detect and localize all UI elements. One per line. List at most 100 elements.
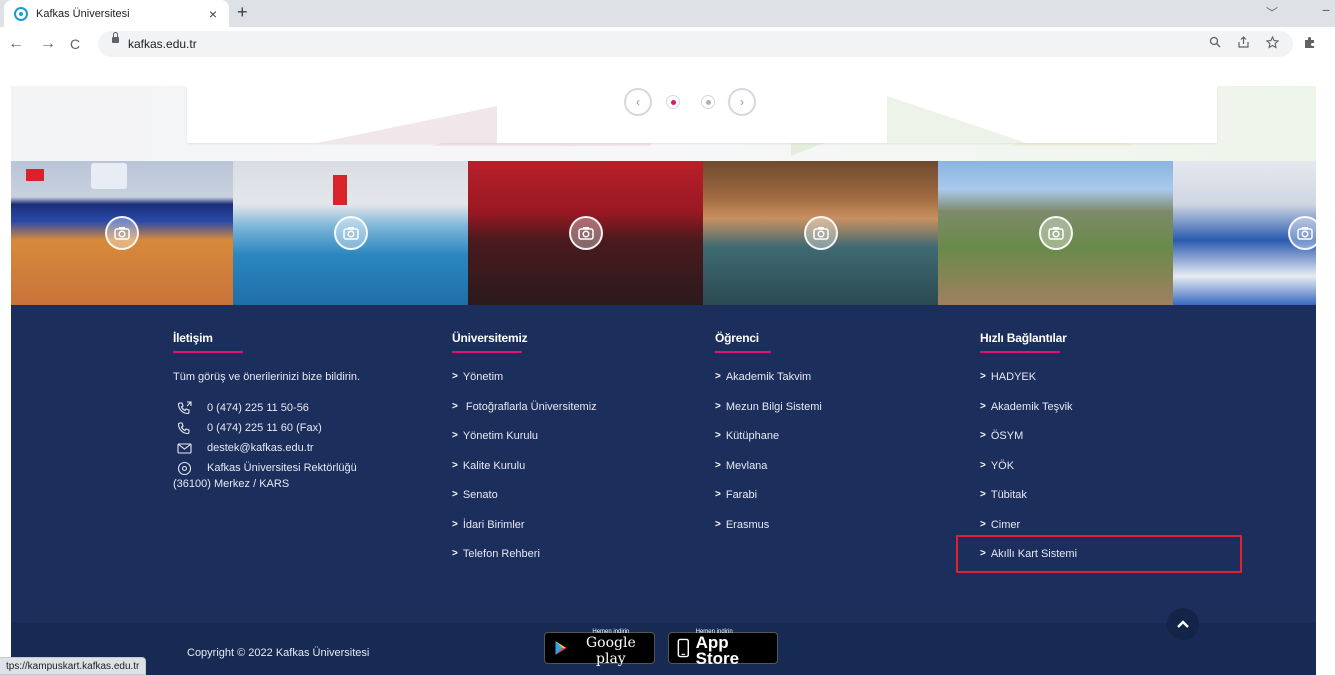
camera-icon[interactable] (1038, 216, 1073, 250)
decor-shape (317, 106, 497, 143)
footer-link[interactable]: > Mezun Bilgi Sistemi (715, 401, 822, 431)
link-label[interactable]: YÖK (991, 460, 1014, 472)
contact-email[interactable]: destek@kafkas.edu.tr (207, 442, 314, 454)
link-label[interactable]: Farabi (726, 489, 757, 501)
scroll-to-top-button[interactable] (1167, 608, 1199, 640)
flag-decor (26, 169, 44, 181)
footer-link[interactable]: > Farabi (715, 489, 822, 519)
gallery-photo-laboratory[interactable] (1173, 161, 1316, 305)
footer-link[interactable]: > Mevlana (715, 460, 822, 490)
link-label[interactable]: Kalite Kurulu (463, 460, 525, 472)
minimize-window-button[interactable]: − (1322, 2, 1330, 18)
chevron-right-icon: > (452, 489, 458, 500)
link-label[interactable]: Cimer (991, 519, 1020, 531)
link-label[interactable]: Akademik Takvim (726, 371, 811, 383)
reload-button[interactable]: C (70, 36, 80, 52)
gallery-photo-sports-hall[interactable] (11, 161, 233, 305)
footer-link[interactable]: > Yönetim (452, 371, 597, 401)
slider-dot-active[interactable] (666, 95, 680, 109)
link-label[interactable]: Senato (463, 489, 498, 501)
camera-icon[interactable] (1288, 216, 1316, 250)
link-label[interactable]: Mevlana (726, 460, 768, 472)
address-bar[interactable] (98, 31, 1293, 57)
chevron-right-icon: > (980, 518, 986, 530)
gallery-photo-campus-aerial[interactable] (938, 161, 1173, 305)
zoom-search-icon[interactable] (1209, 36, 1221, 51)
footer-link[interactable]: > Telefon Rehberi (452, 548, 597, 578)
camera-icon[interactable] (105, 216, 139, 250)
footer-link[interactable]: > İdari Birimler (452, 519, 597, 549)
link-label[interactable]: HADYEK (991, 371, 1036, 383)
lock-icon[interactable] (112, 32, 119, 43)
browser-tab[interactable]: Kafkas Üniversitesi × (4, 0, 229, 27)
chevron-right-icon: > (715, 430, 721, 441)
link-label[interactable]: ÖSYM (991, 430, 1023, 442)
camera-icon[interactable] (803, 216, 838, 250)
tab-search-chevron-icon[interactable]: ﹀ (1266, 4, 1278, 21)
gallery-photo-swimming-pool[interactable] (233, 161, 468, 305)
link-label[interactable]: İdari Birimler (463, 519, 525, 531)
footer-link[interactable]: > Fotoğraflarla Üniversitemiz (452, 401, 597, 431)
footer-link[interactable]: > ÖSYM (980, 430, 1077, 460)
url-text[interactable]: kafkas.edu.tr (128, 37, 197, 51)
link-label[interactable]: Telefon Rehberi (463, 548, 540, 560)
footer-link[interactable]: > Kütüphane (715, 430, 822, 460)
link-label[interactable]: Yönetim Kurulu (463, 430, 538, 442)
app-store-badge[interactable]: Hemen indirin App Store (668, 629, 778, 667)
contact-address-line2: (36100) Merkez / KARS (173, 478, 290, 490)
bookmark-star-icon[interactable] (1265, 35, 1280, 52)
forward-button[interactable]: → (40, 35, 56, 53)
student-links: > Akademik Takvim > Mezun Bilgi Sistemi > K… (715, 371, 822, 548)
camera-icon[interactable] (568, 216, 603, 250)
link-label[interactable]: Akademik Teşvik (991, 401, 1073, 413)
google-play-badge[interactable]: Hemen indirin Google play (544, 629, 655, 667)
contact-email-row: destek@kafkas.edu.tr (173, 438, 360, 458)
link-label[interactable]: Mezun Bilgi Sistemi (726, 401, 822, 413)
footer-link[interactable]: > Tübitak (980, 489, 1077, 519)
footer-link[interactable]: > Yönetim Kurulu (452, 430, 597, 460)
contact-phone-row: 0 (474) 225 11 50-56 (173, 398, 360, 418)
chevron-right-icon: > (452, 400, 458, 412)
footer-link[interactable]: > Senato (452, 489, 597, 519)
status-bar-url: tps://kampuskart.kafkas.edu.tr (0, 657, 147, 675)
link-label[interactable]: Tübitak (991, 489, 1027, 501)
slider-dot[interactable] (701, 95, 715, 109)
footer-link[interactable]: > Akademik Teşvik (980, 401, 1077, 431)
page-content: ‹ › İletişim Tüm görüş ve önerilerinizi … (11, 66, 1316, 675)
chevron-right-icon: > (715, 371, 721, 382)
chevron-right-icon: > (452, 430, 458, 441)
student-title: Öğrenci (715, 331, 759, 345)
copyright-text: Copyright © 2022 Kafkas Üniversitesi (187, 647, 370, 659)
link-label[interactable]: Fotoğraflarla Üniversitemiz (466, 401, 597, 413)
link-label[interactable]: Erasmus (726, 519, 769, 531)
university-links: > Yönetim > Fotoğraflarla Üniversitemiz > Y… (452, 371, 597, 578)
share-icon[interactable] (1237, 36, 1250, 52)
camera-icon[interactable] (333, 216, 368, 250)
new-tab-button[interactable]: + (237, 2, 248, 23)
footer-link[interactable]: > HADYEK (980, 371, 1077, 401)
footer-link[interactable]: > Kalite Kurulu (452, 460, 597, 490)
link-label[interactable]: Kütüphane (726, 430, 779, 442)
chevron-right-icon: > (980, 489, 986, 500)
tab-close-icon[interactable]: × (209, 6, 217, 22)
chevron-right-icon: > (452, 518, 458, 530)
slider-prev-button[interactable]: ‹ (624, 88, 652, 116)
footer-link[interactable]: > YÖK (980, 460, 1077, 490)
contact-phone[interactable]: 0 (474) 225 11 50-56 (207, 402, 309, 414)
footer-university-column: Üniversitemiz > Yönetim > Fotoğraflarla Ün… (452, 331, 597, 578)
chevron-up-icon (1177, 620, 1189, 628)
footer-link[interactable]: > Akademik Takvim (715, 371, 822, 401)
university-title: Üniversitemiz (452, 331, 528, 345)
extensions-puzzle-icon[interactable] (1303, 36, 1316, 52)
contact-address-line1: Kafkas Üniversitesi Rektörlüğü (207, 462, 357, 474)
gallery-photo-conference-hall[interactable] (703, 161, 938, 305)
gallery-photo-graduation[interactable] (468, 161, 703, 305)
slider-next-button[interactable]: › (728, 88, 756, 116)
back-button[interactable]: ← (8, 35, 24, 53)
phone-icon (175, 421, 193, 435)
badge-text: Hemen indirin Google play (576, 629, 646, 667)
chevron-right-icon: > (452, 459, 458, 471)
footer-link[interactable]: > Erasmus (715, 519, 822, 549)
link-label[interactable]: Yönetim (463, 371, 503, 383)
title-underline (980, 351, 1060, 353)
